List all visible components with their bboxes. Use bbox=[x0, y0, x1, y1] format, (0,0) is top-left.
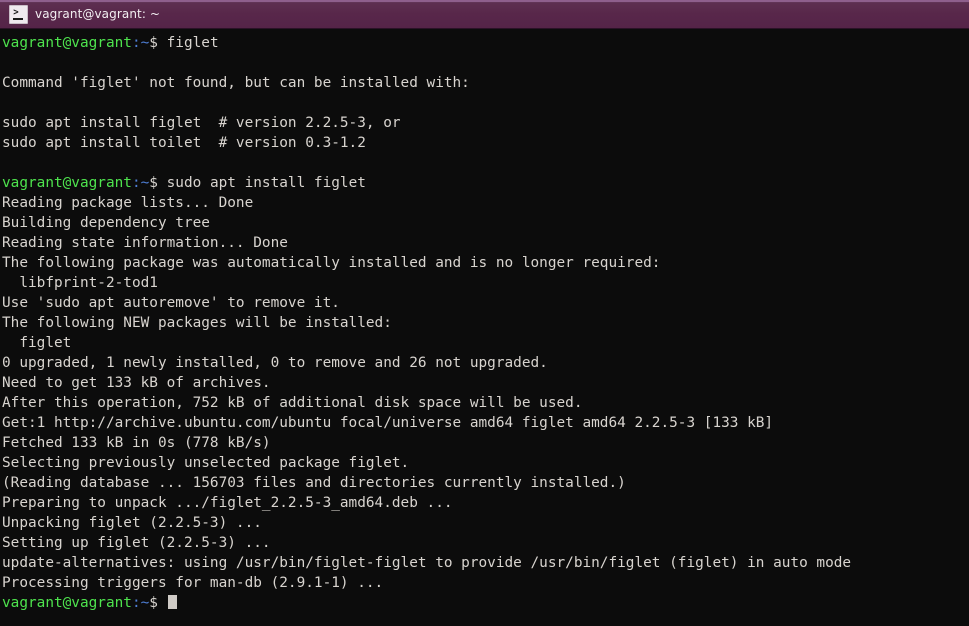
window-title-bar[interactable]: > vagrant@vagrant: ~ bbox=[0, 0, 969, 29]
terminal-output-line: libfprint-2-tod1 bbox=[2, 273, 969, 293]
terminal-command-text[interactable]: figlet bbox=[158, 35, 219, 51]
prompt-symbol: $ bbox=[149, 35, 158, 51]
terminal-output-text: Preparing to unpack .../figlet_2.2.5-3_a… bbox=[2, 495, 453, 511]
prompt-path: :~ bbox=[131, 595, 150, 611]
terminal-output-line: Use 'sudo apt autoremove' to remove it. bbox=[2, 293, 969, 313]
terminal-output-line: The following package was automatically … bbox=[2, 253, 969, 273]
terminal-output-line: Unpacking figlet (2.2.5-3) ... bbox=[2, 513, 969, 533]
terminal-prompt-line: vagrant@vagrant:~$ bbox=[2, 593, 969, 613]
terminal-output-text: Reading state information... Done bbox=[2, 235, 288, 251]
terminal-body[interactable]: vagrant@vagrant:~$ figlet Command 'figle… bbox=[0, 29, 969, 626]
terminal-output-line: Building dependency tree bbox=[2, 213, 969, 233]
terminal-output-line: Fetched 133 kB in 0s (778 kB/s) bbox=[2, 433, 969, 453]
prompt-path: :~ bbox=[131, 175, 150, 191]
terminal-cursor bbox=[167, 595, 177, 609]
terminal-output-text: (Reading database ... 156703 files and d… bbox=[2, 475, 626, 491]
underscore-glyph bbox=[13, 18, 23, 20]
terminal-output-line: The following NEW packages will be insta… bbox=[2, 313, 969, 333]
terminal-prompt-line: vagrant@vagrant:~$ figlet bbox=[2, 33, 969, 53]
terminal-output-line: figlet bbox=[2, 333, 969, 353]
terminal-output-text: Command 'figlet' not found, but can be i… bbox=[2, 75, 470, 91]
terminal-output-line: update-alternatives: using /usr/bin/figl… bbox=[2, 553, 969, 573]
terminal-output-line: Selecting previously unselected package … bbox=[2, 453, 969, 473]
terminal-output-text: Building dependency tree bbox=[2, 215, 210, 231]
prompt-symbol: $ bbox=[149, 175, 158, 191]
terminal-output-line: Setting up figlet (2.2.5-3) ... bbox=[2, 533, 969, 553]
terminal-output-line: sudo apt install figlet # version 2.2.5-… bbox=[2, 113, 969, 133]
terminal-output-line: (Reading database ... 156703 files and d… bbox=[2, 473, 969, 493]
terminal-output-line: Command 'figlet' not found, but can be i… bbox=[2, 73, 969, 93]
terminal-output-line: Reading package lists... Done bbox=[2, 193, 969, 213]
terminal-window: > vagrant@vagrant: ~ vagrant@vagrant:~$ … bbox=[0, 0, 969, 626]
terminal-output-line: sudo apt install toilet # version 0.3-1.… bbox=[2, 133, 969, 153]
terminal-output-line: Preparing to unpack .../figlet_2.2.5-3_a… bbox=[2, 493, 969, 513]
terminal-output-text: Selecting previously unselected package … bbox=[2, 455, 410, 471]
terminal-output-line: After this operation, 752 kB of addition… bbox=[2, 393, 969, 413]
prompt-path: :~ bbox=[131, 35, 150, 51]
terminal-output-text: 0 upgraded, 1 newly installed, 0 to remo… bbox=[2, 355, 548, 371]
terminal-output-text: Need to get 133 kB of archives. bbox=[2, 375, 271, 391]
terminal-output-text: Setting up figlet (2.2.5-3) ... bbox=[2, 535, 271, 551]
terminal-output-text: Fetched 133 kB in 0s (778 kB/s) bbox=[2, 435, 271, 451]
terminal-prompt-line: vagrant@vagrant:~$ sudo apt install figl… bbox=[2, 173, 969, 193]
terminal-output-text: sudo apt install toilet # version 0.3-1.… bbox=[2, 135, 366, 151]
terminal-output-line: Need to get 133 kB of archives. bbox=[2, 373, 969, 393]
chevron-right-glyph: > bbox=[13, 7, 19, 18]
prompt-symbol: $ bbox=[149, 595, 158, 611]
prompt-user-host: vagrant@vagrant bbox=[2, 595, 132, 611]
terminal-output-text: The following NEW packages will be insta… bbox=[2, 315, 392, 331]
terminal-output-text: sudo apt install figlet # version 2.2.5-… bbox=[2, 115, 401, 131]
terminal-output-text: Use 'sudo apt autoremove' to remove it. bbox=[2, 295, 340, 311]
terminal-output-line: 0 upgraded, 1 newly installed, 0 to remo… bbox=[2, 353, 969, 373]
terminal-output-text: libfprint-2-tod1 bbox=[2, 275, 158, 291]
terminal-output-line: Get:1 http://archive.ubuntu.com/ubuntu f… bbox=[2, 413, 969, 433]
terminal-command-text[interactable]: sudo apt install figlet bbox=[158, 175, 366, 191]
terminal-output-text: Processing triggers for man-db (2.9.1-1)… bbox=[2, 575, 384, 591]
terminal-output-text: Get:1 http://archive.ubuntu.com/ubuntu f… bbox=[2, 415, 774, 431]
prompt-user-host: vagrant@vagrant bbox=[2, 175, 132, 191]
terminal-output-text: update-alternatives: using /usr/bin/figl… bbox=[2, 555, 852, 571]
terminal-output-text: Unpacking figlet (2.2.5-3) ... bbox=[2, 515, 262, 531]
window-title-text: vagrant@vagrant: ~ bbox=[35, 7, 161, 21]
terminal-output-text: Reading package lists... Done bbox=[2, 195, 254, 211]
terminal-output-text: figlet bbox=[2, 335, 72, 351]
terminal-output-text: The following package was automatically … bbox=[2, 255, 661, 271]
prompt-user-host: vagrant@vagrant bbox=[2, 35, 132, 51]
terminal-output-line: Processing triggers for man-db (2.9.1-1)… bbox=[2, 573, 969, 593]
terminal-output-text: After this operation, 752 kB of addition… bbox=[2, 395, 583, 411]
terminal-output-line: Reading state information... Done bbox=[2, 233, 969, 253]
terminal-output: vagrant@vagrant:~$ figlet Command 'figle… bbox=[2, 33, 969, 613]
terminal-prompt-icon: > bbox=[9, 4, 28, 24]
